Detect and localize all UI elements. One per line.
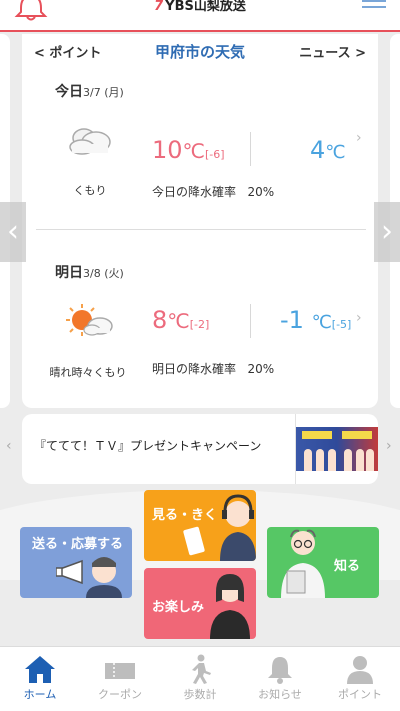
nav-home-label: ホーム <box>23 688 57 701</box>
nav-home[interactable]: ホーム <box>0 647 80 711</box>
temp-divider <box>250 304 251 338</box>
nav-notices[interactable]: お知らせ <box>240 647 320 711</box>
weather-card: < ポイント 甲府市の天気 ニュース > 今日3/7 (月) くもり 10℃[-… <box>22 34 378 408</box>
carousel-next-arrow-icon[interactable]: › <box>374 202 400 262</box>
tomorrow-detail-chevron-icon[interactable]: › <box>356 310 362 326</box>
woman-mic-icon <box>210 574 250 639</box>
today-rain-chance: 今日の降水確率 20% <box>152 185 275 199</box>
fun-label: お楽しみ <box>152 600 205 615</box>
banner-prev-arrow-icon[interactable]: ‹ <box>6 438 12 454</box>
today-detail-chevron-icon[interactable]: › <box>356 130 362 146</box>
bell-icon <box>268 657 292 684</box>
professor-icon <box>281 529 325 598</box>
fun-tile[interactable]: お楽しみ <box>144 568 256 639</box>
bottom-navigation: ホーム クーポン 歩数計 お知らせ ポイント <box>0 646 400 711</box>
person-icon <box>347 656 373 684</box>
temp-divider <box>250 132 251 166</box>
coupon-icon <box>105 663 135 679</box>
know-tile[interactable]: 知る <box>267 527 379 598</box>
weather-nav: < ポイント 甲府市の天気 ニュース > <box>22 38 378 62</box>
app-header: 7 YBS山梨放送 <box>0 0 400 32</box>
know-label: 知る <box>334 559 361 574</box>
campaign-thumbnail <box>296 427 378 471</box>
watch-listen-tile[interactable]: 見る・きく <box>144 490 256 561</box>
carousel-prev-arrow-icon[interactable]: ‹ <box>0 202 26 262</box>
app-logo: 7 YBS山梨放送 <box>154 0 246 14</box>
send-apply-label: 送る・応募する <box>32 537 124 552</box>
tomorrow-label: 明日3/8 (火) <box>55 265 124 281</box>
nav-coupon[interactable]: クーポン <box>80 647 160 711</box>
nav-pedometer[interactable]: 歩数計 <box>160 647 240 711</box>
banner-next-arrow-icon[interactable]: › <box>386 438 392 454</box>
nav-points[interactable]: ポイント <box>320 647 400 711</box>
walker-icon <box>192 654 211 684</box>
today-condition: くもり <box>73 184 107 197</box>
nav-pedometer-label: 歩数計 <box>183 688 217 701</box>
sun-cloud-icon <box>66 304 113 336</box>
tomorrow-condition: 晴れ時々くもり <box>49 366 127 379</box>
campaign-banner[interactable]: 『ててて！ＴＶ』プレゼントキャンペーン <box>22 414 378 484</box>
today-label: 今日3/7 (月) <box>55 84 124 100</box>
campaign-text: 『ててて！ＴＶ』プレゼントキャンペーン <box>34 439 262 453</box>
today-low-temp: 4℃ <box>310 136 346 164</box>
home-icon <box>25 656 55 683</box>
next-news-link[interactable]: ニュース > <box>299 42 366 61</box>
tomorrow-low-temp: -1 ℃[-5] <box>280 306 352 334</box>
tomorrow-rain-chance: 明日の降水確率 20% <box>152 362 275 376</box>
tomorrow-high-temp: 8℃[-2] <box>152 306 210 334</box>
day-divider <box>36 229 366 230</box>
megaphone-person-icon <box>56 557 122 598</box>
today-high-temp: 10℃[-6] <box>152 136 225 164</box>
nav-coupon-label: クーポン <box>98 688 142 701</box>
headphone-person-icon <box>183 494 256 561</box>
nav-points-label: ポイント <box>338 688 382 701</box>
send-apply-tile[interactable]: 送る・応募する <box>20 527 132 598</box>
nav-notices-label: お知らせ <box>258 688 302 701</box>
hamburger-menu-icon[interactable] <box>362 0 386 14</box>
cloud-icon <box>69 128 111 155</box>
